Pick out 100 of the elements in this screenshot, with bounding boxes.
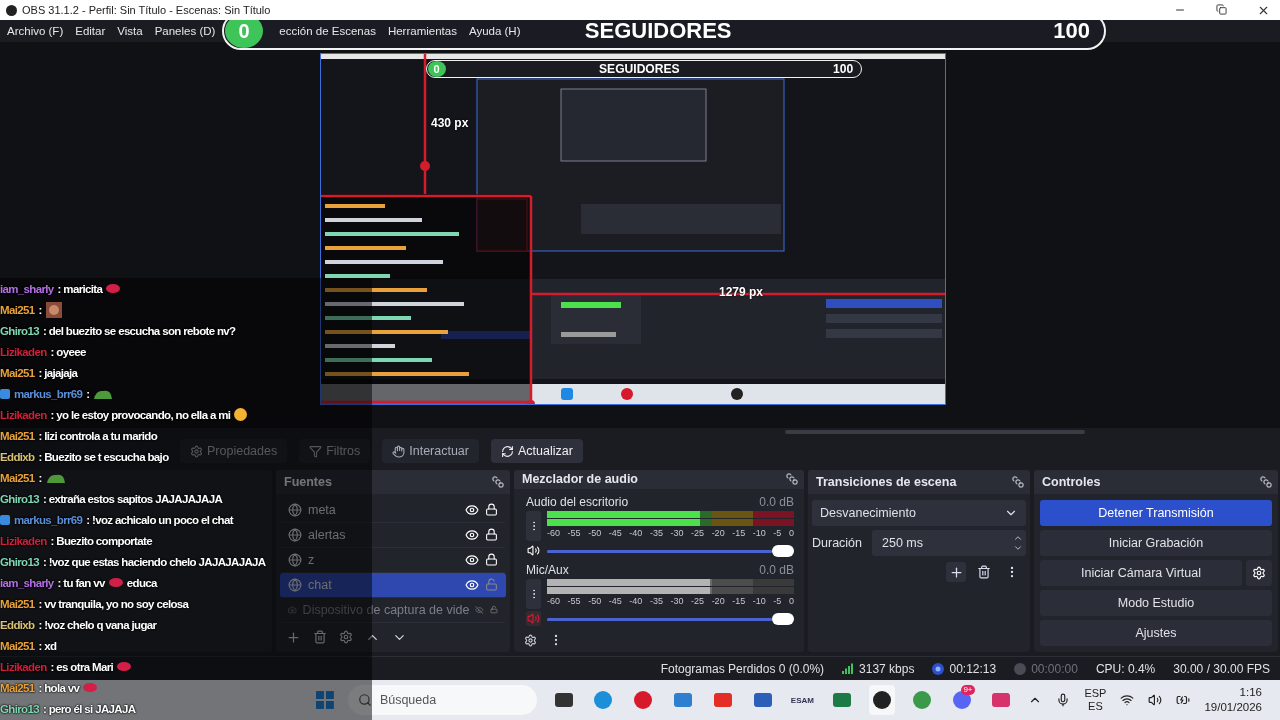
- meter-scale-label: -5: [773, 527, 782, 538]
- meter-scale-label: 0: [788, 595, 794, 606]
- volume-slider[interactable]: [547, 612, 794, 625]
- settings-icon[interactable]: [524, 633, 537, 647]
- toolbar-button[interactable]: Actualizar: [491, 439, 583, 463]
- app-icon: [593, 690, 614, 710]
- chat-message: : maricita: [57, 282, 103, 295]
- undock-icon[interactable]: [1260, 476, 1272, 488]
- control-button[interactable]: Detener Transmisión: [1040, 500, 1272, 526]
- menu-item[interactable]: Paneles (D): [154, 25, 216, 37]
- app-icon: [633, 690, 654, 710]
- lock-icon[interactable]: [485, 503, 498, 517]
- battery-icon[interactable]: [1176, 693, 1191, 707]
- chat-username: Lizikaden: [0, 345, 47, 358]
- menu-item[interactable]: Editar: [75, 25, 106, 37]
- transition-dropdown[interactable]: Desvanecimiento: [812, 500, 1026, 526]
- eye-icon[interactable]: [465, 577, 479, 592]
- undock-icon[interactable]: [1012, 476, 1024, 488]
- chat-message: : jajajaja: [38, 366, 78, 379]
- taskbar-app[interactable]: 9+: [948, 685, 975, 715]
- chat-message: : !voz que estas haciendo chelo JAJAJAJAJA: [42, 555, 266, 568]
- start-icon[interactable]: [316, 691, 334, 709]
- control-button[interactable]: Iniciar Cámara Virtual: [1040, 560, 1242, 586]
- meter-scale-label: -15: [732, 595, 746, 606]
- globe-icon: [288, 577, 302, 592]
- status-text: 00:00:00: [1031, 661, 1078, 676]
- app-icon: [712, 690, 733, 710]
- clock[interactable]: 1:16 19/01/2026: [1204, 685, 1262, 715]
- control-button[interactable]: Modo Estudio: [1040, 590, 1272, 616]
- lips-icon: [117, 662, 132, 671]
- menu-item[interactable]: ección de Escenas: [279, 25, 376, 37]
- undock-icon[interactable]: [786, 473, 798, 486]
- status-text: 00:12:13: [949, 661, 997, 676]
- source-item[interactable]: alertas: [280, 522, 506, 548]
- volume-icon[interactable]: [1148, 693, 1163, 707]
- muted-speaker-icon[interactable]: [526, 611, 541, 627]
- search-field[interactable]: Búsqueda: [347, 685, 537, 715]
- app-icon: [672, 690, 693, 710]
- chat-message: : !voz chelo q vana jugar: [38, 618, 157, 631]
- add-icon[interactable]: [286, 629, 301, 645]
- chat-message: educa: [126, 576, 157, 589]
- undock-icon[interactable]: [492, 475, 504, 488]
- source-name: chat: [308, 577, 333, 592]
- chat-username: Mai251: [0, 681, 35, 694]
- language-indicator[interactable]: ESP ES: [1084, 687, 1107, 713]
- scrollbar-thumb[interactable]: [785, 430, 1085, 434]
- lips-icon: [83, 683, 98, 692]
- meter-scale-label: -55: [567, 527, 581, 538]
- microphone-icon[interactable]: [1056, 693, 1071, 707]
- volume-thumb[interactable]: [772, 612, 794, 625]
- lips-icon: [108, 578, 123, 587]
- duration-field[interactable]: 250 ms: [872, 530, 1026, 556]
- status-text: 3137 kbps: [859, 661, 915, 676]
- chat-username: iam_sharly: [0, 282, 54, 295]
- eye-icon[interactable]: [465, 552, 479, 567]
- chat-message: : vv tranquila, yo no soy celosa: [38, 597, 189, 610]
- taskbar-app[interactable]: [869, 685, 895, 715]
- chat-message: : extraña estos sapitos JAJAJAJAJA: [42, 492, 223, 505]
- meter-scale-label: 0: [788, 527, 794, 538]
- refresh-icon: [501, 444, 514, 458]
- chat-username: Lizikaden: [0, 534, 47, 547]
- meter-scale-label: -35: [649, 527, 663, 538]
- panel-title: Mezclador de audio: [522, 472, 638, 487]
- control-button[interactable]: Iniciar Grabación: [1040, 530, 1272, 556]
- control-button[interactable]: Ajustes: [1040, 620, 1272, 646]
- lock-icon[interactable]: [485, 528, 498, 542]
- menu-item[interactable]: Vista: [117, 25, 143, 37]
- volume-slider[interactable]: [547, 544, 794, 557]
- chat-username: Mai251: [0, 366, 35, 379]
- hand-icon: [392, 444, 406, 458]
- eye-icon[interactable]: [465, 527, 479, 542]
- menu-item[interactable]: Archivo (F): [7, 25, 64, 37]
- volume-thumb[interactable]: [772, 544, 794, 557]
- lock-icon[interactable]: [485, 553, 498, 567]
- add-button[interactable]: [946, 562, 966, 582]
- source-name: meta: [308, 502, 337, 517]
- chat-message: : pero él si JAJAJA: [42, 702, 136, 715]
- menu-item[interactable]: Ayuda (H): [468, 25, 521, 37]
- source-item[interactable]: meta: [280, 497, 506, 523]
- chat-username: Ghiro13: [0, 555, 39, 568]
- taskbar-app[interactable]: ESAM: [789, 685, 816, 715]
- chat-username: Mai251: [0, 429, 35, 442]
- wifi-icon[interactable]: [1120, 693, 1135, 707]
- settings-button[interactable]: [1246, 560, 1272, 586]
- spin-up-icon[interactable]: [1013, 533, 1023, 543]
- channel-name: Audio del escritorio: [526, 494, 629, 509]
- follower-title: SEGUIDORES: [584, 18, 732, 44]
- channel-name: Mic/Aux: [526, 562, 569, 577]
- add-icon: [948, 564, 964, 580]
- eye-icon[interactable]: [465, 502, 479, 517]
- meter-scale-label: -50: [588, 527, 602, 538]
- chat-username: Mai251: [0, 303, 35, 316]
- status-text: 30.00 / 30.00 FPS: [1173, 661, 1270, 676]
- menu-item[interactable]: Herramientas: [387, 25, 457, 37]
- source-item[interactable]: z: [280, 547, 506, 573]
- delete-icon[interactable]: [313, 630, 327, 645]
- restore-icon[interactable]: [1216, 3, 1227, 15]
- toolbar-button[interactable]: Interactuar: [382, 439, 479, 463]
- spin-down-icon[interactable]: [1013, 543, 1023, 553]
- source-name: z: [308, 552, 316, 567]
